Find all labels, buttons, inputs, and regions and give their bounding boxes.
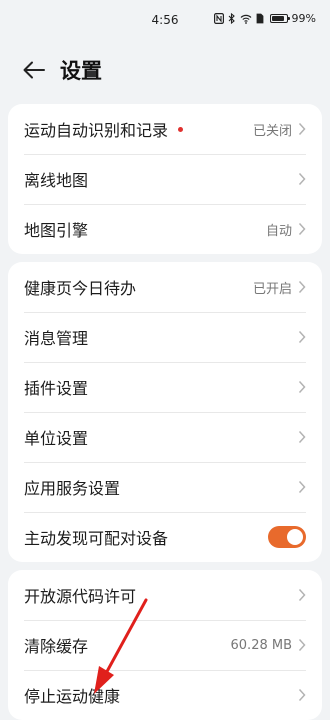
chevron-right-icon xyxy=(298,122,306,136)
row-label: 单位设置 xyxy=(24,429,89,448)
row-stop-health-app[interactable]: 停止运动健康 xyxy=(8,670,322,720)
row-value: 自动 xyxy=(265,223,292,239)
row-app-service-settings[interactable]: 应用服务设置 xyxy=(8,462,322,512)
row-plugin-settings[interactable]: 插件设置 xyxy=(8,362,322,412)
row-label: 运动自动识别和记录 xyxy=(24,121,169,140)
row-label: 健康页今日待办 xyxy=(24,279,137,298)
row-value: 60.28 MB xyxy=(230,637,292,653)
chevron-right-icon xyxy=(298,430,306,444)
chevron-right-icon xyxy=(298,588,306,602)
header: 设置 xyxy=(0,48,330,92)
row-value: 已关闭 xyxy=(252,123,292,139)
new-badge-dot xyxy=(178,126,184,132)
row-discover-pairable-devices: 主动发现可配对设备 xyxy=(8,512,322,562)
back-arrow-icon xyxy=(23,61,45,79)
settings-group-3: 开放源代码许可 清除缓存 60.28 MB 停止运动健康 xyxy=(8,570,322,720)
row-offline-map[interactable]: 离线地图 xyxy=(8,154,322,204)
row-message-management[interactable]: 消息管理 xyxy=(8,312,322,362)
page-title: 设置 xyxy=(60,59,102,83)
chevron-right-icon xyxy=(298,222,306,236)
status-icons: 99% xyxy=(213,12,316,25)
row-clear-cache[interactable]: 清除缓存 60.28 MB xyxy=(8,620,322,670)
row-value: 已开启 xyxy=(252,281,292,297)
chevron-right-icon xyxy=(298,688,306,702)
nfc-icon xyxy=(213,13,224,24)
row-label: 离线地图 xyxy=(24,171,89,190)
chevron-right-icon xyxy=(298,480,306,494)
row-open-source-licenses[interactable]: 开放源代码许可 xyxy=(8,570,322,620)
sim-icon xyxy=(256,13,264,24)
chevron-right-icon xyxy=(298,380,306,394)
row-label: 地图引擎 xyxy=(24,221,89,240)
chevron-right-icon xyxy=(298,638,306,652)
row-label: 应用服务设置 xyxy=(24,479,121,498)
wifi-icon xyxy=(240,14,252,24)
battery-percent: 99% xyxy=(291,12,316,25)
chevron-right-icon xyxy=(298,280,306,294)
row-label: 清除缓存 xyxy=(24,637,89,656)
row-map-engine[interactable]: 地图引擎 自动 xyxy=(8,204,322,254)
row-auto-detect-workout[interactable]: 运动自动识别和记录 已关闭 xyxy=(8,104,322,154)
settings-group-1: 运动自动识别和记录 已关闭 离线地图 地图引擎 自动 xyxy=(8,104,322,254)
row-unit-settings[interactable]: 单位设置 xyxy=(8,412,322,462)
battery-icon xyxy=(269,14,290,23)
row-label: 插件设置 xyxy=(24,379,89,398)
chevron-right-icon xyxy=(298,330,306,344)
toggle-knob xyxy=(287,529,303,545)
chevron-right-icon xyxy=(298,172,306,186)
row-label: 停止运动健康 xyxy=(24,687,121,706)
row-label: 开放源代码许可 xyxy=(24,587,137,606)
back-button[interactable] xyxy=(10,48,58,92)
row-label: 主动发现可配对设备 xyxy=(24,529,169,548)
row-label: 消息管理 xyxy=(24,329,89,348)
bluetooth-icon xyxy=(228,13,236,24)
settings-group-2: 健康页今日待办 已开启 消息管理 插件设置 单位设置 应用服务设置 主动发现可配… xyxy=(8,262,322,562)
discover-devices-toggle[interactable] xyxy=(268,526,306,548)
row-health-todo[interactable]: 健康页今日待办 已开启 xyxy=(8,262,322,312)
status-bar: 4:56 99% xyxy=(0,0,330,38)
